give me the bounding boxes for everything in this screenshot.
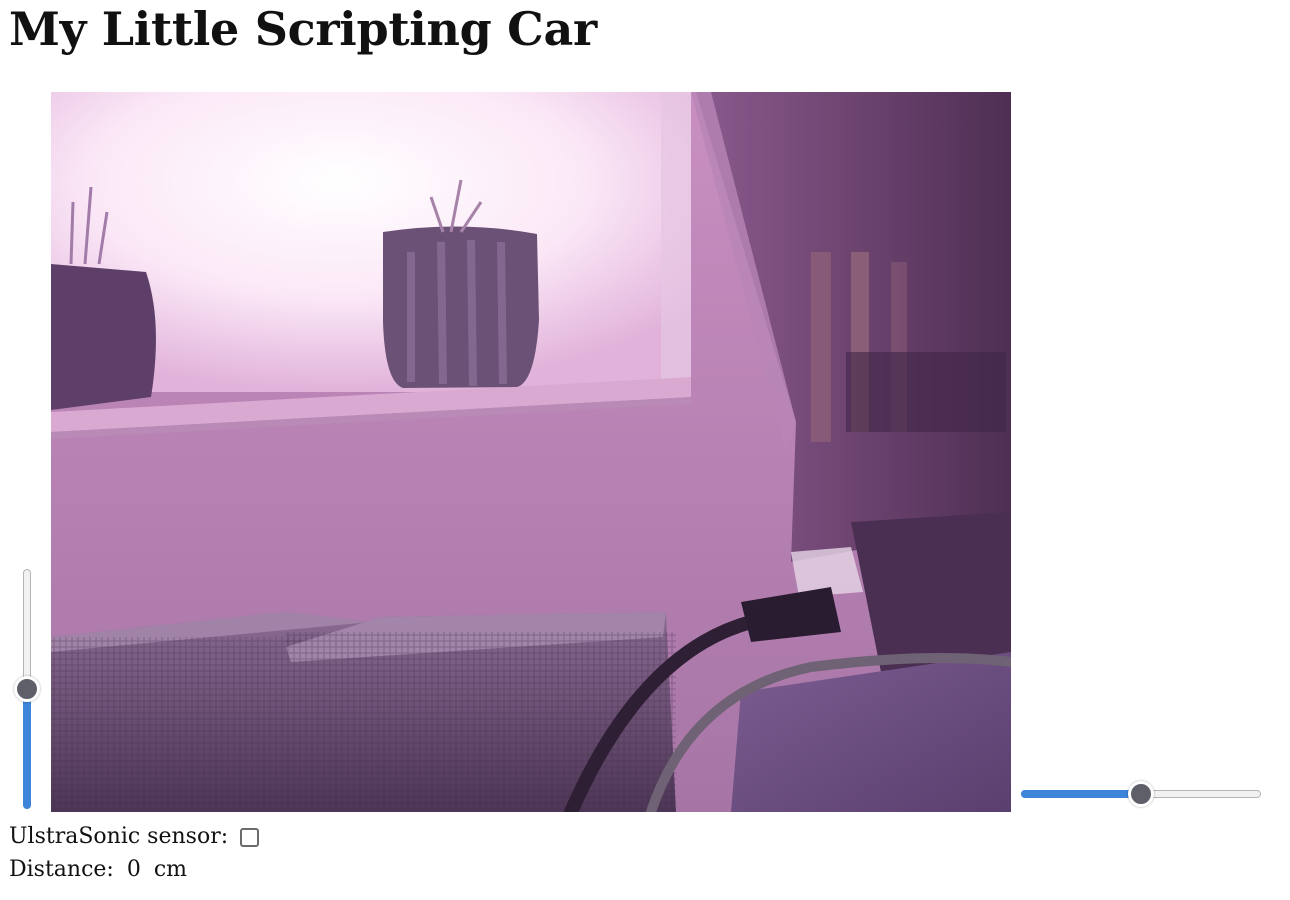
horizontal-slider-fill [1021,790,1141,798]
camera-feed-image [51,92,1011,812]
camera-feed [51,92,1011,812]
vertical-slider[interactable] [14,569,40,809]
page: My Little Scripting Car UlstraSonic sens… [0,0,1290,900]
page-title: My Little Scripting Car [9,2,597,56]
horizontal-slider-thumb[interactable] [1128,781,1154,807]
vertical-slider-thumb[interactable] [14,676,40,702]
distance-unit: cm [153,857,188,882]
sensor-checkbox[interactable] [240,827,260,847]
horizontal-slider[interactable] [1021,781,1261,807]
distance-row: Distance: 0 cm [9,855,187,885]
vertical-slider-fill [23,689,31,809]
distance-value: 0 [126,857,141,882]
sensor-row: UlstraSonic sensor: [9,822,260,852]
distance-label: Distance: [9,857,114,882]
sensor-label: UlstraSonic sensor: [9,824,229,849]
